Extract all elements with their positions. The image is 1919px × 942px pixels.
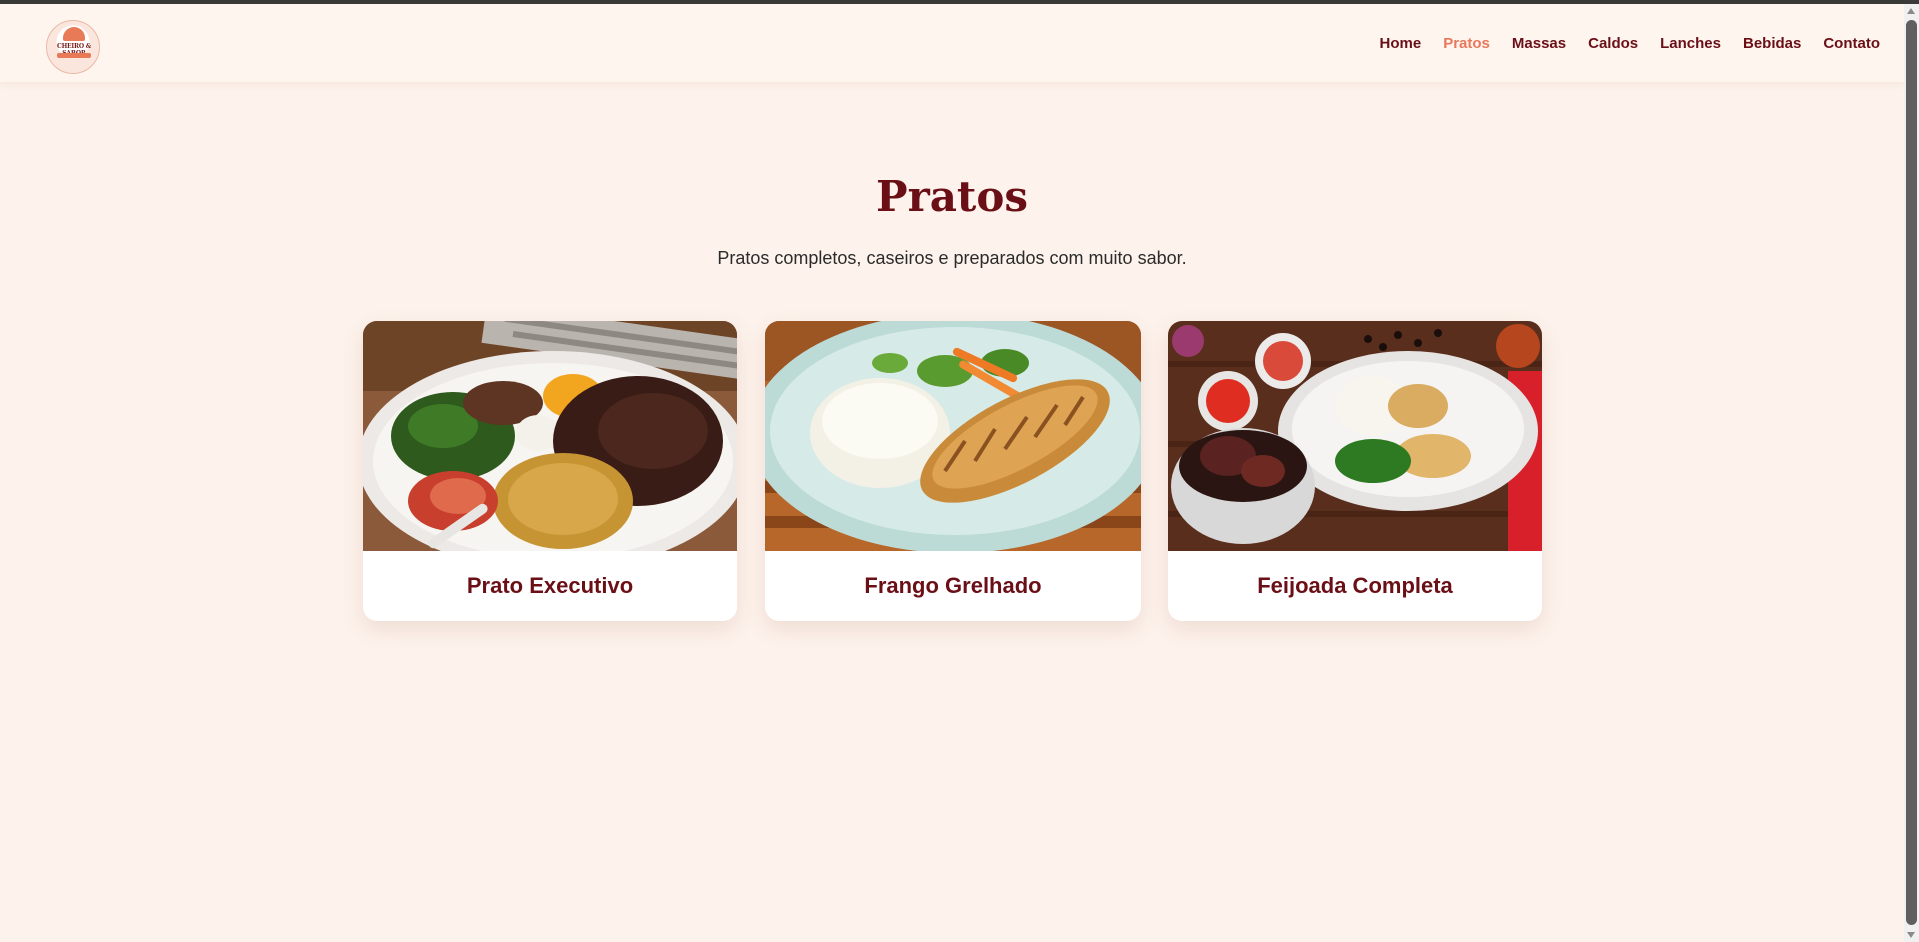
page-scrollbar[interactable] [1904,4,1919,942]
scroll-down-arrow-icon[interactable] [1907,932,1915,938]
site-header: CHEIRO & SABOR Home Pratos Massas Caldos… [0,4,1904,82]
prato-executivo-photo [363,321,737,551]
page-subtitle: Pratos completos, caseiros e preparados … [717,248,1187,268]
dish-name: Frango Grelhado [864,573,1042,598]
page-title: Pratos [876,172,1028,221]
dish-card-prato-executivo[interactable]: Prato Executivo [363,321,737,621]
nav-item-massas[interactable]: Massas [1512,35,1566,52]
main-nav: Home Pratos Massas Caldos Lanches Bebida… [1380,35,1880,52]
logo-cloche-icon [63,27,85,41]
nav-item-contato[interactable]: Contato [1823,35,1880,52]
scrollbar-thumb[interactable] [1906,20,1917,925]
dish-card-frango-grelhado[interactable]: Frango Grelhado [765,321,1141,621]
feijoada-completa-photo [1168,321,1542,551]
dish-name: Prato Executivo [466,573,634,598]
nav-item-caldos[interactable]: Caldos [1588,35,1638,52]
scroll-up-arrow-icon[interactable] [1907,8,1915,14]
nav-item-home[interactable]: Home [1380,35,1422,52]
frango-grelhado-photo [765,321,1141,551]
nav-item-pratos[interactable]: Pratos [1443,35,1490,52]
logo-ribbon [57,53,91,58]
nav-item-bebidas[interactable]: Bebidas [1743,35,1801,52]
dish-name: Feijoada Completa [1257,573,1453,598]
dish-card-feijoada-completa[interactable]: Feijoada Completa [1168,321,1542,621]
nav-item-lanches[interactable]: Lanches [1660,35,1721,52]
site-logo[interactable]: CHEIRO & SABOR [46,20,100,74]
